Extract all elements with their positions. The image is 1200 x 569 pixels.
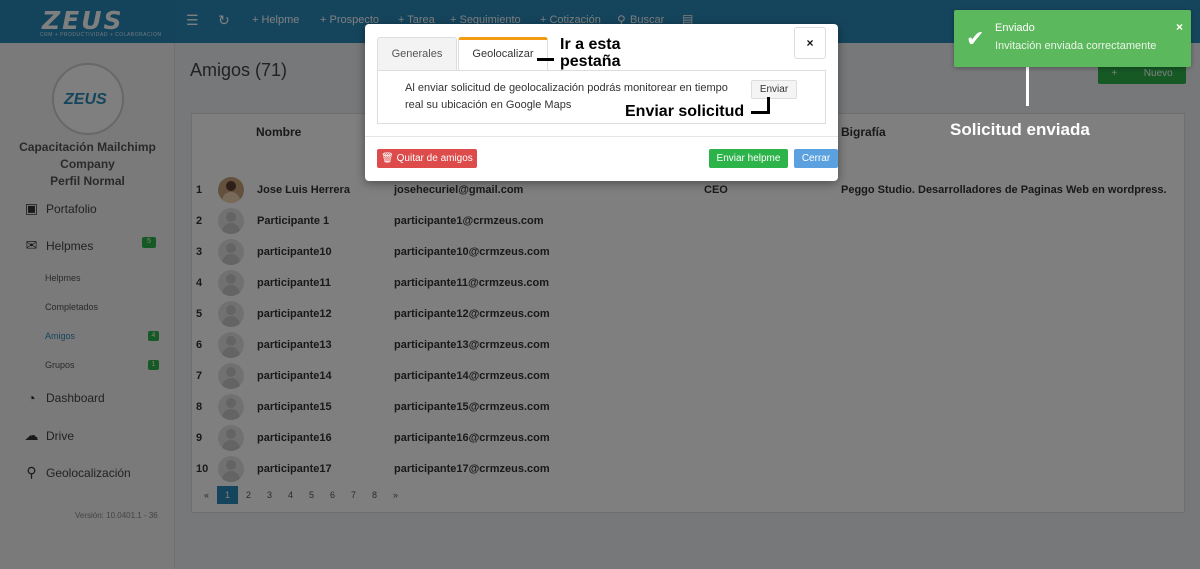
annotation-line-send-horizontal (751, 111, 770, 114)
send-geolocation-button[interactable]: Enviar (751, 80, 797, 99)
annotation-sent-hint: Solicitud enviada (950, 120, 1090, 139)
geolocation-tab-panel: Al enviar solicitud de geolocalización p… (377, 70, 826, 124)
annotation-line-tab (537, 58, 554, 61)
annotation-tab-hint-line2: pestaña (560, 53, 621, 70)
modal-footer-divider (365, 136, 838, 137)
annotation-send-hint: Enviar solicitud (625, 103, 745, 120)
toast-message: Invitación enviada correctamente (995, 40, 1157, 52)
toast-close-button[interactable]: × (1176, 20, 1183, 34)
toast-title: Enviado (995, 22, 1035, 34)
success-toast: ✔ Enviado Invitación enviada correctamen… (954, 10, 1191, 67)
tab-generales[interactable]: Generales (377, 37, 457, 70)
modal-close-button[interactable]: × (794, 27, 826, 59)
tab-geolocalizar[interactable]: Geolocalizar (458, 37, 548, 70)
remove-friend-label: Quitar de amigos (396, 153, 473, 164)
trash-icon: 🗑 (381, 153, 394, 164)
annotation-tab-hint-line1: Ir a esta (560, 36, 621, 53)
annotation-tab-hint: Ir a esta pestaña (560, 36, 620, 70)
send-helpme-button[interactable]: Enviar helpme (709, 149, 788, 168)
remove-friend-button[interactable]: 🗑 Quitar de amigos (377, 149, 477, 168)
close-modal-button[interactable]: Cerrar (794, 149, 838, 168)
check-icon: ✔ (966, 26, 985, 51)
annotation-line-sent (1026, 66, 1029, 106)
